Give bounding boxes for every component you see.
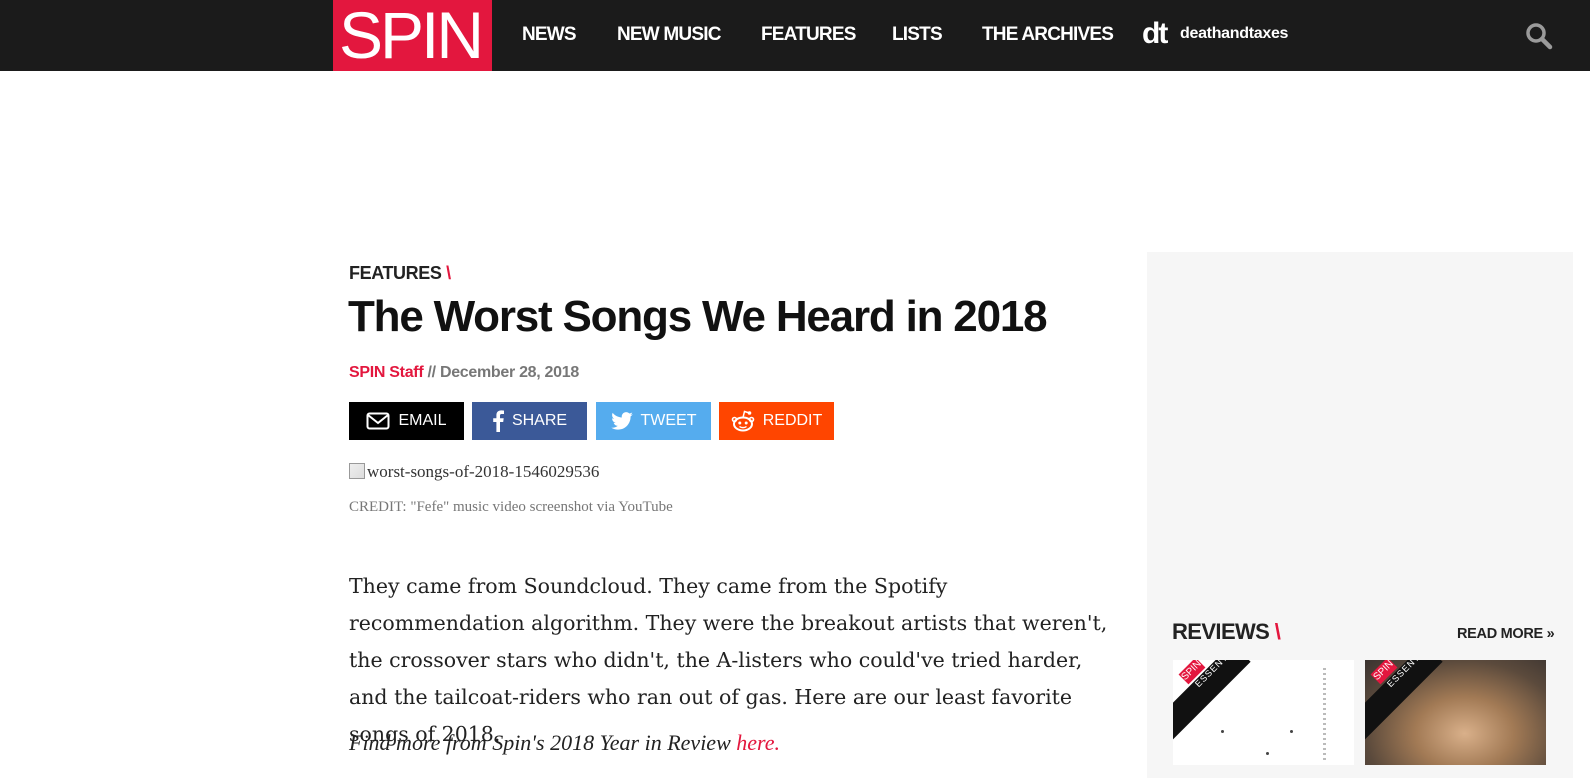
facebook-icon bbox=[492, 410, 504, 432]
nav-item-features[interactable]: FEATURES bbox=[761, 23, 856, 47]
facebook-share-label: SHARE bbox=[511, 412, 568, 429]
hero-image-broken: worst-songs-of-2018-1546029536 bbox=[349, 461, 599, 483]
nav-item-lists[interactable]: LISTS bbox=[892, 23, 943, 47]
year-in-review-period: . bbox=[774, 730, 781, 755]
article-body: They came from Soundcloud. They came fro… bbox=[349, 568, 1125, 753]
article-title: The Worst Songs We Heard in 2018 bbox=[348, 292, 1048, 341]
nav-item-new-music[interactable]: NEW MUSIC bbox=[617, 23, 721, 47]
twitter-icon bbox=[610, 412, 633, 430]
year-in-review-note: Find more from Spin's 2018 Year in Revie… bbox=[349, 729, 780, 757]
image-credit: CREDIT: "Fefe" music video screenshot vi… bbox=[349, 499, 673, 515]
nav-item-news[interactable]: NEWS bbox=[522, 23, 577, 47]
reviews-heading-slash: \ bbox=[1274, 619, 1281, 644]
email-share-label: EMAIL bbox=[398, 412, 447, 429]
reviews-read-more-link[interactable]: READ MORE » bbox=[1457, 625, 1555, 643]
nav-item-the-archives[interactable]: THE ARCHIVES bbox=[982, 23, 1114, 47]
section-name: FEATURES bbox=[349, 263, 442, 283]
section-label[interactable]: FEATURES \ bbox=[349, 262, 451, 284]
reviews-heading[interactable]: REVIEWS \ bbox=[1172, 619, 1281, 645]
deathandtaxes-label: deathandtaxes bbox=[1180, 25, 1289, 42]
album-art-text-column bbox=[1323, 668, 1326, 763]
album-art-dot bbox=[1266, 752, 1269, 755]
review-thumbnail[interactable]: SPIN ESSENTIAL bbox=[1173, 660, 1354, 765]
intro-paragraph: They came from Soundcloud. They came fro… bbox=[349, 574, 1108, 746]
byline: SPIN Staff // December 28, 2018 bbox=[349, 363, 579, 383]
section-slash: \ bbox=[446, 263, 451, 283]
email-share-button[interactable]: EMAIL bbox=[349, 402, 464, 440]
year-in-review-link[interactable]: here bbox=[736, 730, 774, 755]
year-in-review-text: Find more from Spin's 2018 Year in Revie… bbox=[349, 730, 737, 755]
byline-separator: // bbox=[423, 364, 440, 381]
reviews-heading-text: REVIEWS bbox=[1172, 619, 1270, 644]
logo-text: SPIN bbox=[339, 0, 484, 72]
facebook-share-button[interactable]: SHARE bbox=[472, 402, 587, 440]
author-link[interactable]: SPIN Staff bbox=[349, 364, 424, 381]
deathandtaxes-logo-mark: dt bbox=[1142, 17, 1168, 50]
album-art-dot bbox=[1290, 730, 1293, 733]
twitter-share-button[interactable]: TWEET bbox=[596, 402, 711, 440]
broken-image-icon bbox=[349, 463, 365, 479]
reddit-icon bbox=[731, 410, 755, 432]
reddit-share-label: REDDIT bbox=[762, 412, 823, 429]
review-thumbnail[interactable]: SPIN ESSENTIAL bbox=[1365, 660, 1546, 765]
reddit-share-button[interactable]: REDDIT bbox=[719, 402, 834, 440]
twitter-share-label: TWEET bbox=[640, 412, 697, 429]
publish-date: December 28, 2018 bbox=[439, 364, 579, 381]
hero-image-alt-text: worst-songs-of-2018-1546029536 bbox=[367, 462, 600, 481]
spin-logo[interactable]: SPIN bbox=[333, 0, 492, 72]
album-art-dot bbox=[1221, 730, 1224, 733]
top-nav-bar: SPIN NEWS NEW MUSIC FEATURES LISTS THE A… bbox=[0, 0, 1590, 72]
search-icon[interactable] bbox=[1525, 22, 1553, 50]
envelope-icon bbox=[366, 412, 390, 430]
